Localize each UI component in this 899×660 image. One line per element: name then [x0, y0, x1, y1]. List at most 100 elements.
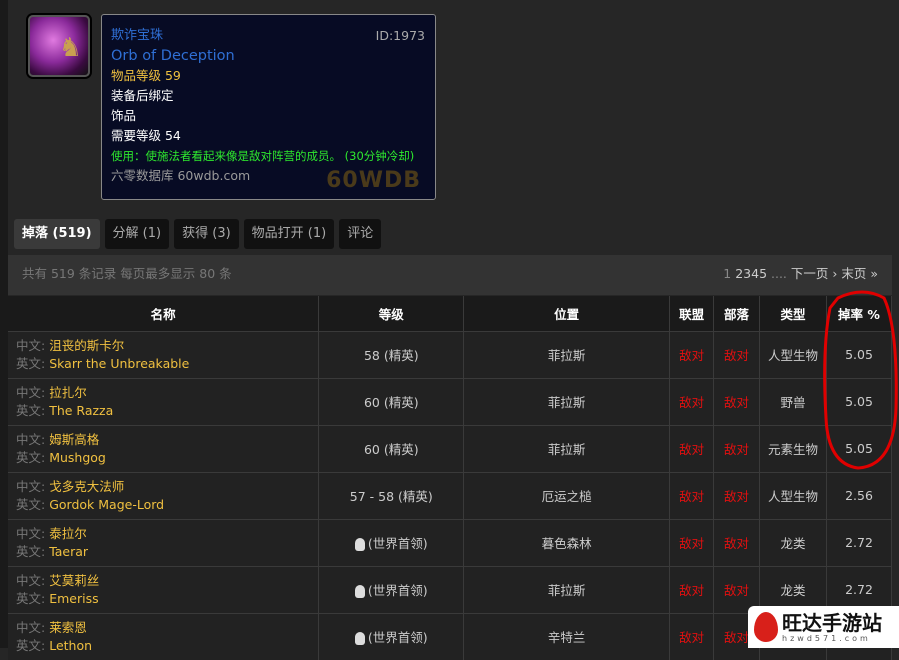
col-horde[interactable]: 部落	[713, 296, 761, 331]
npc-level: 60 (精英)	[363, 442, 419, 457]
skull-icon	[354, 538, 365, 551]
tab-drop[interactable]: 掉落 (519)	[14, 219, 100, 249]
level-cell: 60 (精英)	[318, 424, 465, 472]
npc-name-cn[interactable]: 莱索恩	[49, 620, 87, 635]
npc-name-cell: 中文: 泰拉尔 英文: Taerar	[8, 518, 320, 566]
npc-name-cn[interactable]: 姆斯高格	[49, 432, 99, 447]
horde-reaction: 敌对	[713, 377, 761, 425]
type-cell: 人型生物	[759, 330, 827, 378]
npc-level: (世界首领)	[367, 536, 428, 551]
drop-rate-cell: 5.05	[826, 330, 893, 378]
page-current: 1	[723, 266, 732, 281]
label-en: 英文:	[16, 637, 46, 653]
npc-name-cn[interactable]: 戈多克大法师	[49, 479, 124, 494]
npc-level: 57 - 58 (精英)	[349, 489, 433, 504]
npc-level: 58 (精英)	[363, 348, 419, 363]
npc-name-en[interactable]: The Razza	[49, 403, 113, 418]
table-row[interactable]: 中文: 沮丧的斯卡尔 英文: Skarr the Unbreakable 58 (…	[8, 330, 893, 378]
npc-level: (世界首领)	[367, 630, 428, 646]
col-type[interactable]: 类型	[759, 296, 827, 331]
label-cn: 中文:	[16, 572, 46, 588]
location-cell[interactable]: 菲拉斯	[463, 565, 671, 613]
label-en: 英文:	[16, 402, 46, 418]
horde-reaction: 敌对	[713, 330, 761, 378]
tab-comments[interactable]: 评论	[339, 219, 382, 249]
tab-disenchant[interactable]: 分解 (1)	[104, 219, 170, 249]
results-summary: 共有 519 条记录 每页最多显示 80 条	[22, 266, 232, 281]
col-drop-rate[interactable]: 掉率 %	[826, 296, 893, 331]
level-cell: (世界首领)	[318, 565, 465, 613]
npc-name-en[interactable]: Taerar	[49, 544, 88, 559]
drop-rate-cell: 2.72	[826, 518, 893, 566]
item-bind: 装备后绑定	[111, 88, 174, 103]
alliance-reaction: 敌对	[669, 377, 715, 425]
alliance-reaction: 敌对	[669, 471, 715, 519]
label-en: 英文:	[16, 449, 46, 465]
location-cell[interactable]: 菲拉斯	[463, 424, 671, 472]
item-use: 使用：使施法者看起来像是敌对阵营的成员。 (30分钟冷却)	[111, 149, 415, 163]
item-name-en: Orb of Deception	[111, 48, 235, 64]
item-id: ID:1973	[375, 28, 425, 43]
npc-name-cell: 中文: 沮丧的斯卡尔 英文: Skarr the Unbreakable	[8, 330, 320, 378]
type-cell: 元素生物	[759, 424, 827, 472]
page-link[interactable]: 3	[743, 266, 751, 281]
col-alliance[interactable]: 联盟	[669, 296, 715, 331]
alliance-reaction: 敌对	[669, 518, 715, 566]
page-link[interactable]: 2	[735, 266, 743, 281]
npc-name-en[interactable]: Lethon	[49, 638, 92, 653]
npc-name-cell: 中文: 莱索恩 英文: Lethon	[8, 612, 320, 660]
drop-rate-cell: 2.56	[826, 471, 893, 519]
alliance-reaction: 敌对	[669, 424, 715, 472]
npc-name-cn[interactable]: 拉扎尔	[49, 385, 87, 400]
last-page-link[interactable]: 末页 »	[841, 266, 878, 281]
label-en: 英文:	[16, 355, 46, 371]
location-cell[interactable]: 暮色森林	[463, 518, 671, 566]
page-link[interactable]: 4	[751, 266, 759, 281]
item-level: 物品等级 59	[111, 68, 181, 83]
npc-name-en[interactable]: Gordok Mage-Lord	[49, 497, 164, 512]
page-ellipsis: ....	[771, 266, 787, 281]
table-row[interactable]: 中文: 泰拉尔 英文: Taerar (世界首领) 暮色森林 敌对 敌对 龙类 2…	[8, 518, 893, 566]
site-logo: 旺达手游站 hzwd571.com	[748, 606, 899, 648]
col-level[interactable]: 等级	[318, 296, 465, 331]
label-cn: 中文:	[16, 384, 46, 400]
table-row[interactable]: 中文: 戈多克大法师 英文: Gordok Mage-Lord 57 - 58 (…	[8, 471, 893, 519]
npc-name-en[interactable]: Skarr the Unbreakable	[49, 356, 189, 371]
level-cell: (世界首领)	[318, 518, 465, 566]
label-en: 英文:	[16, 496, 46, 512]
tab-obtain[interactable]: 获得 (3)	[174, 219, 239, 249]
location-cell[interactable]: 菲拉斯	[463, 377, 671, 425]
logo-url: hzwd571.com	[782, 633, 871, 643]
tab-item-open[interactable]: 物品打开 (1)	[243, 219, 335, 249]
col-location[interactable]: 位置	[463, 296, 671, 331]
npc-name-en[interactable]: Emeriss	[49, 591, 98, 606]
level-cell: 57 - 58 (精英)	[318, 471, 465, 519]
table-row[interactable]: 中文: 拉扎尔 英文: The Razza 60 (精英) 菲拉斯 敌对 敌对 野…	[8, 377, 893, 425]
alliance-reaction: 敌对	[669, 565, 715, 613]
page-link[interactable]: 5	[759, 266, 767, 281]
left-border	[0, 0, 8, 648]
level-cell: (世界首领)	[318, 612, 465, 660]
npc-name-cn[interactable]: 艾莫莉丝	[49, 573, 99, 588]
location-cell[interactable]: 厄运之槌	[463, 471, 671, 519]
label-cn: 中文:	[16, 619, 46, 635]
label-en: 英文:	[16, 543, 46, 559]
alliance-reaction: 敌对	[669, 330, 715, 378]
npc-name-cell: 中文: 姆斯高格 英文: Mushgog	[8, 424, 320, 472]
location-cell[interactable]: 菲拉斯	[463, 330, 671, 378]
drop-rate-cell: 5.05	[826, 377, 893, 425]
horde-reaction: 敌对	[713, 424, 761, 472]
next-page-link[interactable]: 下一页 ›	[791, 266, 837, 281]
results-bar: 共有 519 条记录 每页最多显示 80 条 1 2345 .... 下一页 ›…	[8, 255, 892, 295]
npc-name-cn[interactable]: 沮丧的斯卡尔	[49, 338, 124, 353]
flame-icon	[754, 612, 778, 642]
location-cell[interactable]: 辛特兰	[463, 612, 671, 660]
npc-level: 60 (精英)	[363, 395, 419, 410]
label-cn: 中文:	[16, 478, 46, 494]
npc-name-en[interactable]: Mushgog	[49, 450, 106, 465]
npc-name-cn[interactable]: 泰拉尔	[49, 526, 87, 541]
horde-reaction: 敌对	[713, 518, 761, 566]
col-name[interactable]: 名称	[8, 296, 320, 331]
level-cell: 60 (精英)	[318, 377, 465, 425]
table-row[interactable]: 中文: 姆斯高格 英文: Mushgog 60 (精英) 菲拉斯 敌对 敌对 元素…	[8, 424, 893, 472]
